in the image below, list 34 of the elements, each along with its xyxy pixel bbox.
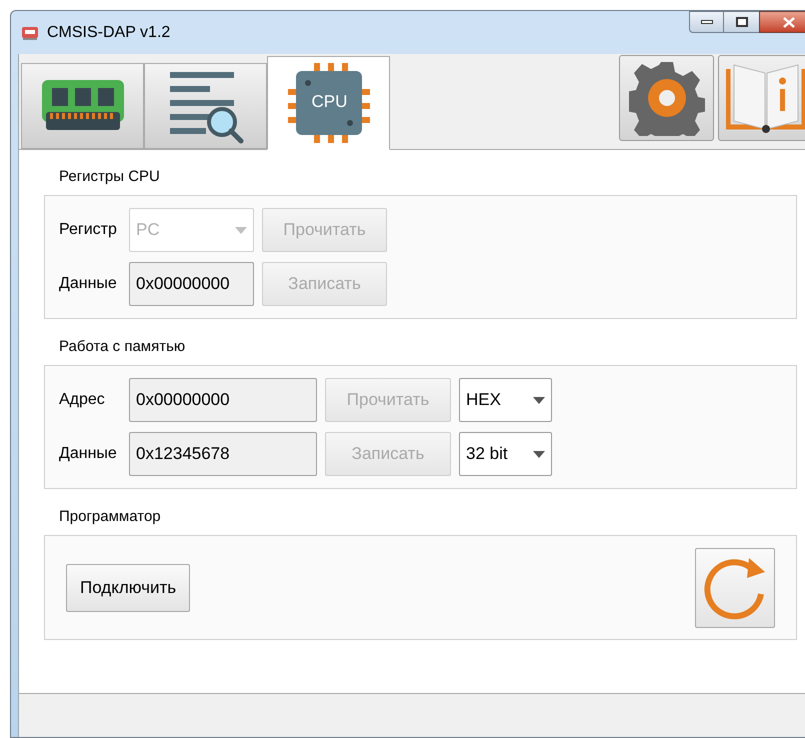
input-field[interactable]: 0x12345678 [129, 432, 317, 476]
input-field[interactable]: 0x00000000 [129, 378, 317, 422]
field-label: Регистр [59, 220, 118, 240]
settings-icon [628, 60, 704, 136]
refresh-button[interactable] [695, 548, 775, 628]
memory-module-icon [42, 80, 124, 132]
group-title: Регистры CPU [59, 167, 161, 187]
about-button[interactable] [718, 55, 805, 141]
minimize-button[interactable] [689, 11, 724, 33]
connect-button[interactable]: Подключить [66, 564, 190, 612]
settings-button[interactable] [619, 55, 714, 141]
chip-label: CPU [312, 91, 348, 113]
app-icon [21, 24, 39, 40]
close-button[interactable] [759, 11, 805, 33]
tab[interactable] [21, 63, 144, 149]
tab[interactable] [144, 63, 267, 149]
tab[interactable]: CPU [267, 56, 390, 150]
maximize-button[interactable] [724, 11, 759, 33]
maximize-icon [736, 17, 748, 27]
group-title: Работа с памятью [59, 337, 186, 357]
minimize-icon [700, 20, 712, 24]
window-title: CMSIS-DAP v1.2 [47, 22, 170, 42]
caret-icon [533, 450, 545, 458]
cpu-chip-icon [288, 63, 370, 143]
caret-icon [235, 226, 247, 234]
close-icon [783, 16, 795, 28]
dropdown[interactable]: 32 bit [459, 432, 552, 476]
input-field[interactable]: 0x00000000 [129, 262, 254, 306]
field-label: Данные [59, 274, 118, 294]
dropdown[interactable]: HEX [459, 378, 552, 422]
field-label: Данные [59, 444, 118, 464]
field-label: Адрес [59, 390, 106, 410]
group-title: Программатор [59, 507, 162, 527]
caret-icon [533, 396, 545, 404]
